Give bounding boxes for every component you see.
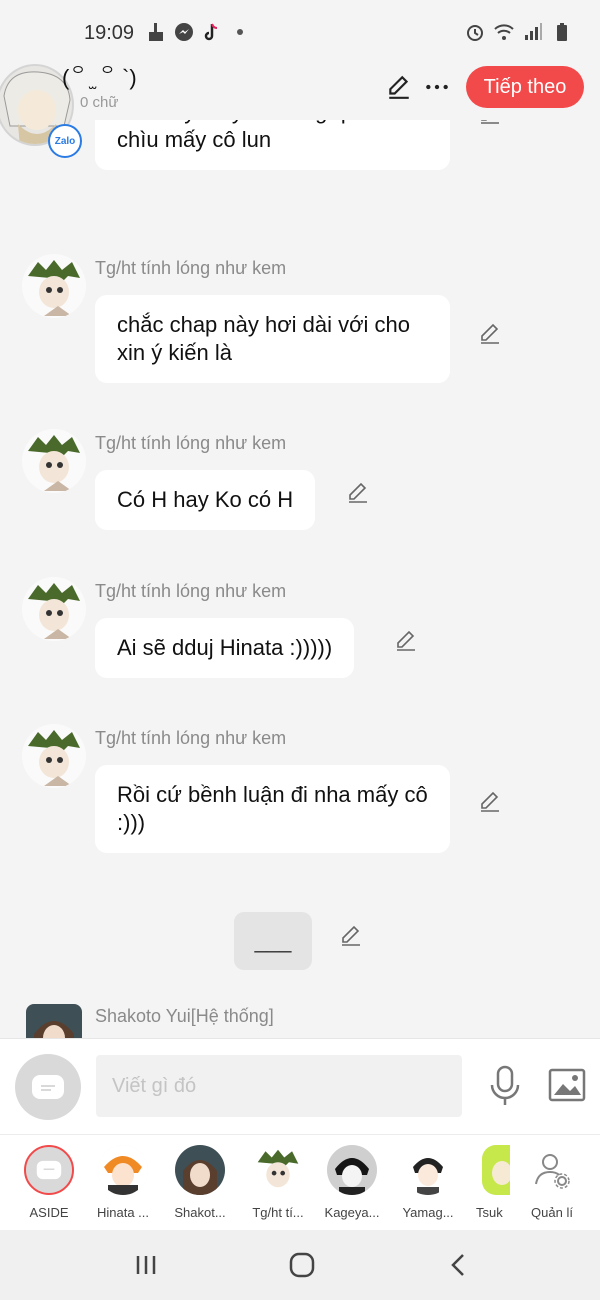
tiktok-icon [204, 23, 218, 41]
dot-icon [237, 29, 243, 35]
message-author: Shakoto Yui[Hệ thống] [95, 1006, 274, 1026]
avatar[interactable] [22, 254, 86, 318]
participant-yamaguchi[interactable]: Yamag... [396, 1145, 460, 1220]
participant-tsukishima[interactable]: Tsuk [472, 1145, 512, 1220]
system-nav-bar [0, 1230, 600, 1300]
message-bubble: Rồi cứ bềnh luận đi nha mấy cô :))) [95, 765, 450, 853]
aside-toggle-button[interactable] [15, 1054, 81, 1120]
participant-shakoto[interactable]: Shakot... [168, 1145, 232, 1220]
avatar[interactable] [22, 429, 86, 493]
more-icon [426, 84, 448, 90]
avatar [482, 1145, 510, 1195]
edit-icon[interactable] [339, 924, 363, 948]
edit-icon[interactable] [478, 322, 502, 346]
header: Zalo (꒪ ̫ ꒪ `) 0 chữ Tiếp theo [0, 58, 600, 158]
wifi-icon [494, 24, 514, 40]
avatar[interactable] [22, 577, 86, 641]
microphone-icon[interactable] [488, 1065, 522, 1107]
edit-title-button[interactable] [384, 72, 414, 102]
composer [0, 1038, 600, 1134]
messenger-icon [175, 23, 193, 41]
avatar [175, 1145, 225, 1195]
signal-icon [525, 23, 542, 40]
edit-icon[interactable] [394, 629, 418, 653]
participant-tg-ht[interactable]: Tg/ht tí... [246, 1145, 310, 1220]
status-bar: 19:09 [0, 0, 600, 60]
edit-icon[interactable] [478, 790, 502, 814]
character-avatar-icon [98, 1145, 148, 1195]
manage-participants-button[interactable]: Quản lí [520, 1145, 584, 1220]
avatar [24, 1145, 74, 1195]
message-input[interactable] [96, 1055, 462, 1117]
avatar [327, 1145, 377, 1195]
home-icon [289, 1252, 315, 1278]
participant-label: Kageya... [324, 1205, 380, 1220]
message-author: Tg/ht tính lóng như kem [95, 728, 287, 748]
participant-hinata[interactable]: Hinata ... [91, 1145, 155, 1220]
edit-icon[interactable] [346, 481, 370, 505]
participant-label: Tsuk [476, 1205, 503, 1220]
character-avatar-icon [175, 1145, 225, 1195]
message-author: Tg/ht tính lóng như kem [95, 258, 287, 278]
status-time: 19:09 [84, 22, 135, 44]
word-count: 0 chữ [80, 94, 119, 111]
participant-label: Quản lí [531, 1205, 573, 1220]
character-avatar-icon [26, 1004, 82, 1038]
participant-label: Yamag... [402, 1205, 454, 1220]
recent-apps-icon [136, 1256, 156, 1274]
pencil-icon [389, 75, 409, 99]
character-avatar-icon [413, 1158, 443, 1195]
participant-label: Shakot... [174, 1205, 226, 1220]
character-avatar-icon [257, 1149, 299, 1188]
back-button[interactable] [438, 1250, 478, 1280]
character-avatar-icon [28, 730, 80, 786]
next-button[interactable]: Tiếp theo [466, 66, 584, 108]
message-bubble: Ai sẽ dduj Hinata :))))) [95, 618, 355, 678]
character-avatar-icon [28, 583, 80, 639]
participant-aside[interactable]: ASIDE [17, 1145, 81, 1220]
battery-icon [557, 23, 567, 41]
avatar[interactable] [22, 724, 86, 788]
participant-bar: ASIDE Hinata ... Shakot... Tg/ht tí... K… [0, 1134, 600, 1230]
message-bubble: chắc chap này hơi dài với cho xin ý kiến… [95, 295, 450, 383]
message-bubble: Có H hay Ko có H [95, 470, 316, 530]
participant-label: Hinata ... [96, 1205, 150, 1220]
character-avatar-icon [327, 1145, 377, 1195]
character-avatar-icon [482, 1145, 510, 1195]
character-avatar-icon [28, 435, 80, 491]
participant-label: ASIDE [29, 1205, 69, 1220]
participant-kageyama[interactable]: Kageya... [320, 1145, 384, 1220]
image-icon[interactable] [548, 1067, 586, 1103]
avatar[interactable] [26, 1004, 82, 1038]
back-icon [451, 1254, 464, 1276]
user-gear-icon [527, 1145, 577, 1195]
recent-apps-button[interactable] [126, 1250, 166, 1280]
message-author: Tg/ht tính lóng như kem [95, 433, 287, 453]
broom-icon [149, 23, 163, 41]
story-title: (꒪ ̫ ꒪ `) [62, 65, 137, 90]
character-avatar-icon [28, 260, 80, 316]
system-bubble: ___ [234, 912, 312, 970]
chat-bubble-icon [36, 1160, 62, 1180]
message-author: Tg/ht tính lóng như kem [95, 581, 287, 601]
avatar [98, 1145, 148, 1195]
alarm-icon [467, 25, 483, 41]
avatar [403, 1145, 453, 1195]
zalo-badge: Zalo [48, 124, 82, 158]
more-options-button[interactable] [422, 72, 452, 102]
participant-label: Tg/ht tí... [252, 1205, 304, 1220]
chat-area[interactable]: hoặc 3 tuần nữa mới có chap mà thấy mấy … [0, 60, 600, 1038]
avatar [253, 1145, 303, 1195]
home-button[interactable] [282, 1250, 322, 1280]
chat-bubble-icon [32, 1075, 64, 1099]
